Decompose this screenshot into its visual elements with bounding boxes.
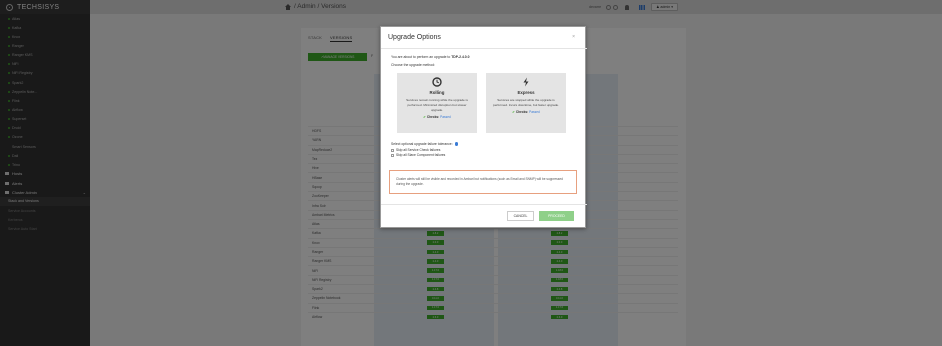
notification-alert: Cluster alerts will still be visible and… [389,170,577,194]
cancel-button[interactable]: CANCEL [507,211,534,221]
tolerance-label: Select optional upgrade failure toleranc… [391,142,453,146]
intro-text: You are about to perform an upgrade to [391,55,452,59]
close-icon[interactable]: × [572,34,575,40]
rolling-checks-status[interactable]: Passed [440,115,451,119]
express-method-option[interactable]: Express Services are stopped while the u… [486,73,566,133]
skip-slave-label: Skip all Slave Component failures [396,153,446,157]
express-title: Express [517,90,535,95]
footer-divider [381,204,587,205]
express-description: Services are stopped while the upgrade i… [492,98,560,107]
header-divider [381,48,587,49]
rolling-clock-icon [432,77,442,87]
modal-title: Upgrade Options [388,34,441,41]
tolerance-title: Select optional upgrade failure toleranc… [391,142,459,146]
target-version: TDP-2.4.0.0 [451,55,470,59]
choose-method-text: Choose the upgrade method: [391,63,435,67]
skip-slave-failure-option[interactable]: Skip all Slave Component failures [391,153,445,157]
check-icon: ✔ [512,110,515,114]
upgrade-options-modal: Upgrade Options × You are about to perfo… [380,26,587,228]
express-checks-status[interactable]: Passed [529,110,540,114]
lightning-bolt-icon [523,77,529,87]
skip-service-checkbox[interactable] [391,148,394,152]
express-checks: ✔ Checks: Passed [486,110,566,114]
check-icon: ✔ [423,115,426,119]
upgrade-intro: You are about to perform an upgrade to T… [391,55,469,59]
proceed-button[interactable]: PROCEED [539,211,574,221]
rolling-method-option[interactable]: Rolling Services remain running while th… [397,73,477,133]
rolling-checks-label: Checks: [426,115,440,119]
rolling-checks: ✔ Checks: Passed [397,115,477,119]
rolling-title: Rolling [429,90,445,95]
express-checks-label: Checks: [515,110,529,114]
skip-slave-checkbox[interactable] [391,153,394,157]
skip-service-label: Skip all Service Check failures [396,148,441,152]
info-icon[interactable] [454,142,459,146]
skip-service-check-option[interactable]: Skip all Service Check failures [391,148,440,152]
rolling-description: Services remain running while the upgrad… [406,98,468,112]
